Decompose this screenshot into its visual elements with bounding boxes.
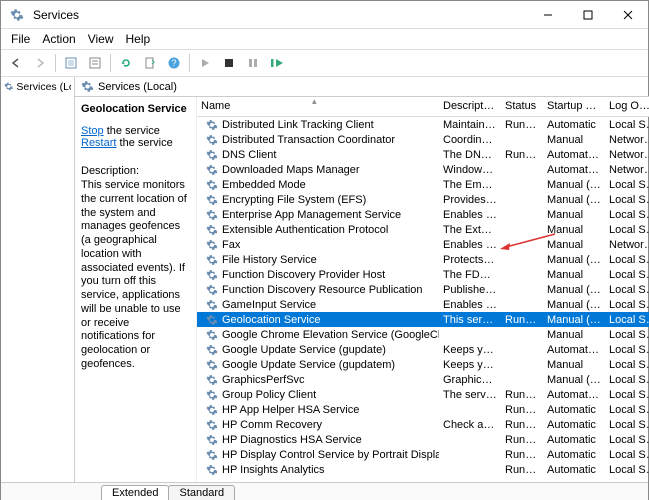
help-icon[interactable]: ? xyxy=(163,52,185,74)
col-status[interactable]: Status xyxy=(501,97,543,116)
service-status: Running xyxy=(501,311,543,329)
link-stop[interactable]: Stop the service xyxy=(81,125,190,137)
service-row[interactable]: HP Network HSA Service RunningAutomaticLo… xyxy=(197,477,649,479)
side-panel-heading: Geolocation Service xyxy=(81,103,190,115)
service-status xyxy=(501,227,543,233)
toolbar: ? xyxy=(1,49,648,77)
list-body[interactable]: Distributed Link Tracking ClientMaintain… xyxy=(197,117,649,479)
side-panel-desc-label: Description: xyxy=(81,165,190,177)
service-startup: Automatic xyxy=(543,476,605,480)
service-icon xyxy=(205,478,219,480)
side-panel-desc: This service monitors the current locati… xyxy=(81,179,190,372)
menu-action[interactable]: Action xyxy=(36,30,81,48)
window-title: Services xyxy=(33,8,528,22)
tabstrip: Extended Standard xyxy=(1,482,648,500)
service-status xyxy=(501,332,543,338)
tree-panel: Services (Local) xyxy=(1,77,75,482)
service-desc xyxy=(439,467,501,473)
service-status xyxy=(501,137,543,143)
properties-icon[interactable] xyxy=(84,52,106,74)
services-list: Name Description Status Startup Type Log… xyxy=(197,97,649,482)
service-status xyxy=(501,377,543,383)
menu-help[interactable]: Help xyxy=(120,30,157,48)
minimize-button[interactable] xyxy=(528,1,568,29)
service-status xyxy=(501,302,543,308)
service-status xyxy=(501,362,543,368)
service-name: HP Network HSA Service xyxy=(222,479,345,480)
service-desc xyxy=(439,407,501,413)
tab-extended[interactable]: Extended xyxy=(101,485,169,500)
service-status xyxy=(501,242,543,248)
service-status xyxy=(501,347,543,353)
list-header: Name Description Status Startup Type Log… xyxy=(197,97,649,117)
service-desc: Check and r... xyxy=(439,416,501,434)
service-desc: The service i... xyxy=(439,386,501,404)
sort-indicator-icon: ▴ xyxy=(312,97,317,107)
services-window-icon xyxy=(9,7,25,23)
service-status xyxy=(501,167,543,173)
service-desc xyxy=(439,437,501,443)
service-status: Running xyxy=(501,146,543,164)
link-restart[interactable]: Restart the service xyxy=(81,137,190,149)
stop-icon[interactable] xyxy=(218,52,240,74)
service-desc: This service ... xyxy=(439,311,501,329)
titlebar: Services xyxy=(1,1,648,29)
maximize-button[interactable] xyxy=(568,1,608,29)
svg-text:?: ? xyxy=(171,58,176,68)
pause-icon[interactable] xyxy=(242,52,264,74)
close-button[interactable] xyxy=(608,1,648,29)
back-button[interactable] xyxy=(5,52,27,74)
service-status xyxy=(501,212,543,218)
service-status xyxy=(501,197,543,203)
menu-view[interactable]: View xyxy=(82,30,120,48)
refresh-icon[interactable] xyxy=(115,52,137,74)
play-icon[interactable] xyxy=(194,52,216,74)
menubar: File Action View Help xyxy=(1,29,648,49)
detail-header: Services (Local) xyxy=(75,77,649,97)
forward-button[interactable] xyxy=(29,52,51,74)
side-panel: Geolocation Service Stop the service Res… xyxy=(75,97,197,482)
service-desc xyxy=(439,452,501,458)
col-logon[interactable]: Log On As xyxy=(605,97,649,116)
service-status xyxy=(501,257,543,263)
detail-header-label: Services (Local) xyxy=(98,81,177,93)
tree-root-label: Services (Local) xyxy=(16,81,71,93)
export-icon[interactable] xyxy=(139,52,161,74)
col-desc[interactable]: Description xyxy=(439,97,501,116)
col-name[interactable]: Name xyxy=(197,97,439,116)
service-status xyxy=(501,182,543,188)
service-logon: Local Syste... xyxy=(605,476,649,480)
restart-icon[interactable] xyxy=(266,52,288,74)
tab-standard[interactable]: Standard xyxy=(168,485,235,500)
service-status xyxy=(501,287,543,293)
service-status xyxy=(501,272,543,278)
service-status: Running xyxy=(501,117,543,134)
col-startup[interactable]: Startup Type xyxy=(543,97,605,116)
service-desc xyxy=(439,332,501,338)
toolbar-action-icon[interactable] xyxy=(60,52,82,74)
menu-file[interactable]: File xyxy=(5,30,36,48)
content: Services (Local) Services (Local) Geoloc… xyxy=(1,77,648,482)
service-status: Running xyxy=(501,476,543,480)
tree-root[interactable]: Services (Local) xyxy=(3,79,72,94)
